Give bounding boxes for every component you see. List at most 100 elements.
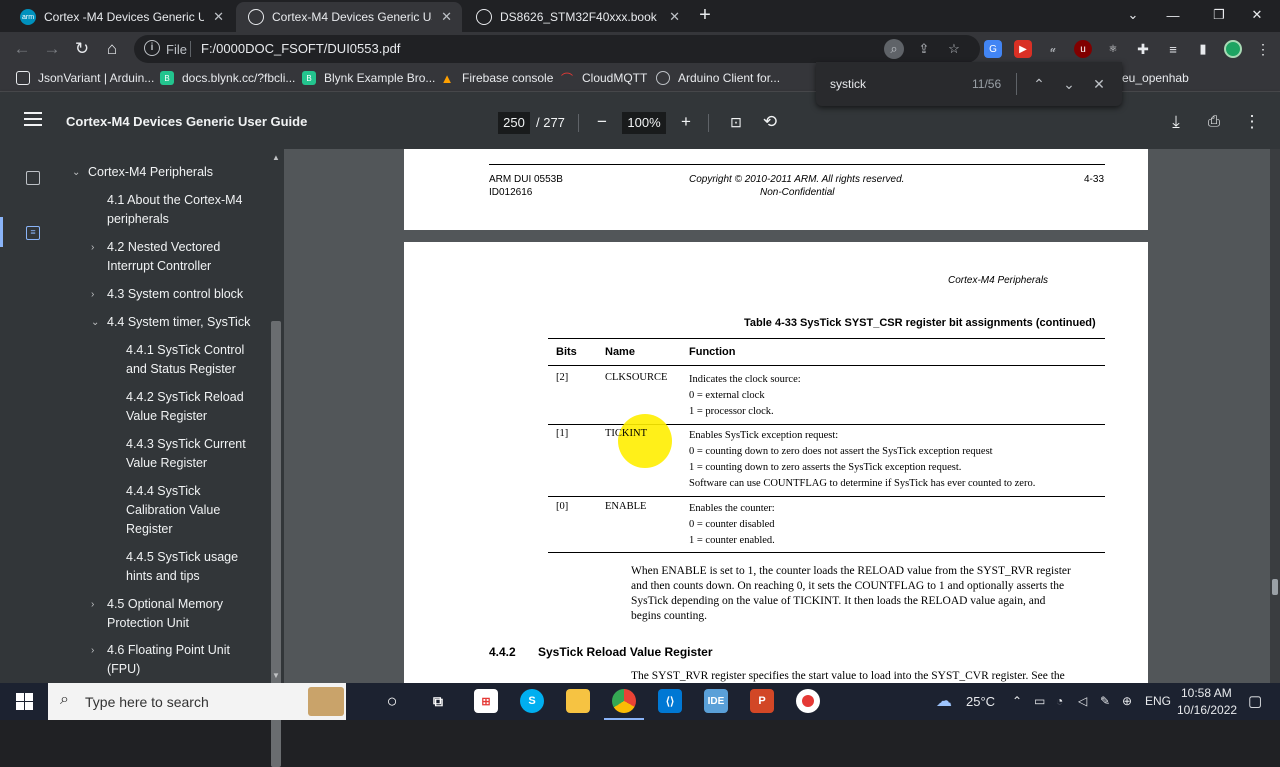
outline-item-4-4-3[interactable]: 4.4.3 SysTick Current Value Register [126, 435, 256, 473]
minimize-icon[interactable]: — [1150, 0, 1196, 30]
bookmark-firebase[interactable]: ▲ Firebase console [440, 71, 554, 86]
find-previous-icon[interactable]: ⌃ [1028, 73, 1050, 95]
powerpoint-icon[interactable]: P [750, 689, 774, 713]
scroll-down-icon[interactable]: ▼ [272, 671, 280, 680]
skype-icon[interactable]: S [520, 689, 544, 713]
info-icon[interactable]: i [144, 40, 160, 56]
forward-icon[interactable]: → [40, 37, 64, 61]
print-icon[interactable]: ⎙ [1202, 110, 1226, 134]
outline-item-4-3[interactable]: › 4.3 System control block [91, 285, 257, 304]
network-icon[interactable]: ◔ [1056, 694, 1063, 708]
bookmark-label: Firebase console [462, 71, 554, 85]
close-tab-icon[interactable]: ✕ [213, 9, 224, 25]
thumbnails-icon[interactable] [26, 171, 40, 185]
close-window-icon[interactable]: ✕ [1234, 0, 1280, 30]
outline-item-4-4-5[interactable]: 4.4.5 SysTick usage hints and tips [126, 548, 256, 586]
ublock-extension-icon[interactable]: u [1074, 40, 1092, 58]
share-icon[interactable]: ⇪ [914, 39, 934, 59]
reload-icon[interactable]: ↻ [70, 37, 94, 61]
menu-icon[interactable] [24, 112, 42, 126]
side-panel-icon[interactable]: ▮ [1194, 40, 1212, 58]
profile-avatar[interactable] [1224, 40, 1242, 58]
outline-scrollbar[interactable]: ▲ ▼ [268, 149, 284, 767]
vscode-icon[interactable]: ⟨⟩ [658, 689, 682, 713]
bookmark-cloudmqtt[interactable]: ⌒ CloudMQTT [560, 71, 647, 86]
find-in-page-icon[interactable]: ⌕ [884, 39, 904, 59]
find-count: 11/56 [972, 77, 1002, 91]
function-line: 0 = counter disabled [689, 519, 775, 530]
tab-cortex-m4-arm[interactable]: arm Cortex -M4 Devices Generic User ✕ [8, 2, 234, 32]
language-indicator[interactable]: ENG [1145, 694, 1171, 708]
reading-list-icon[interactable]: ≡ [1164, 40, 1182, 58]
fit-page-icon[interactable]: ⊡ [724, 110, 748, 134]
clock-date[interactable]: 10/16/2022 [1177, 703, 1237, 717]
pen-icon[interactable]: ✎ [1100, 694, 1110, 708]
video-extension-icon[interactable]: ▶ [1014, 40, 1032, 58]
bookmark-openhab[interactable]: eu_openhab [1122, 71, 1189, 85]
language-globe-icon[interactable]: ⊕ [1122, 694, 1132, 708]
clock-time[interactable]: 10:58 AM [1181, 686, 1232, 700]
close-find-icon[interactable]: ✕ [1088, 73, 1110, 95]
bookmark-blynk-example[interactable]: B Blynk Example Bro... [302, 71, 435, 85]
recorder-icon[interactable] [796, 689, 820, 713]
script-extension-icon[interactable]: 𝓊 [1044, 40, 1062, 58]
chrome-icon[interactable] [612, 689, 636, 713]
react-extension-icon[interactable]: ⚛ [1104, 40, 1122, 58]
outline-icon[interactable]: ≡ [26, 226, 40, 240]
arduino-ide-icon[interactable]: IDE [704, 689, 728, 713]
outline-item-peripherals[interactable]: ⌄ Cortex-M4 Peripherals [72, 163, 258, 182]
more-menu-icon[interactable]: ⋮ [1254, 40, 1272, 58]
scroll-up-icon[interactable]: ▲ [272, 153, 280, 162]
bookmark-docs-blynk[interactable]: Bdocs.blynk.cc/?fbcli... [160, 71, 295, 85]
outline-item-4-6[interactable]: › 4.6 Floating Point Unit (FPU) [91, 641, 237, 679]
address-bar[interactable]: i File F:/0000DOC_FSOFT/DUI0553.pdf ⌕ ⇪ … [134, 35, 980, 63]
home-icon[interactable]: ⌂ [100, 37, 124, 61]
chevron-down-icon: ⌄ [91, 317, 100, 328]
bookmark-arduino-client[interactable]: Arduino Client for... [656, 71, 780, 85]
outline-item-4-5[interactable]: › 4.5 Optional Memory Protection Unit [91, 595, 237, 633]
back-icon[interactable]: ← [10, 37, 34, 61]
function-line: 1 = processor clock. [689, 406, 774, 417]
start-windows-icon[interactable] [16, 693, 33, 710]
cortana-icon[interactable]: ○ [380, 689, 404, 713]
url-text[interactable]: F:/0000DOC_FSOFT/DUI0553.pdf [201, 41, 400, 56]
tab-ds8626[interactable]: DS8626_STM32F40xxx.book ✕ [464, 2, 690, 32]
battery-icon[interactable]: ▭ [1034, 694, 1045, 708]
close-tab-icon[interactable]: ✕ [669, 9, 680, 25]
outline-item-4-4-2[interactable]: 4.4.2 SysTick Reload Value Register [126, 388, 256, 426]
tab-cortex-m4-active[interactable]: Cortex-M4 Devices Generic User ✕ [236, 2, 462, 32]
weather-icon[interactable]: ☁ [936, 691, 952, 711]
outline-item-4-4[interactable]: ⌄ 4.4 System timer, SysTick [91, 313, 263, 332]
rotate-icon[interactable]: ⟲ [758, 110, 782, 134]
pdf-more-icon[interactable]: ⋮ [1240, 110, 1264, 134]
find-bar: systick 11/56 ⌃ ⌄ ✕ [816, 62, 1122, 106]
tray-chevron-icon[interactable]: ⌃ [1012, 694, 1022, 708]
outline-item-4-2[interactable]: › 4.2 Nested Vectored Interrupt Controlle… [91, 238, 257, 276]
store-icon[interactable]: ⊞ [474, 689, 498, 713]
close-tab-icon[interactable]: ✕ [441, 9, 452, 25]
bookmark-jsonvariant[interactable]: JsonVariant | Arduin... [16, 71, 154, 85]
outline-item-4-4-1[interactable]: 4.4.1 SysTick Control and Status Registe… [126, 341, 256, 379]
document-viewport: ARM DUI 0553B ID012616 Copyright © 2010-… [284, 149, 1270, 683]
taskbar-search-box[interactable]: ⌕ Type here to search [48, 683, 346, 720]
zoom-in-icon[interactable]: + [674, 110, 698, 134]
volume-icon[interactable]: ◁ [1078, 694, 1087, 708]
zoom-input[interactable]: 100% [622, 112, 666, 134]
notifications-icon[interactable]: ▢ [1248, 692, 1262, 710]
extensions-puzzle-icon[interactable]: ✚ [1134, 40, 1152, 58]
outline-item-4-1[interactable]: 4.1 About the Cortex-M4 peripherals [107, 191, 257, 229]
zoom-out-icon[interactable]: − [590, 110, 614, 134]
file-explorer-icon[interactable] [566, 689, 590, 713]
weather-temp[interactable]: 25°C [966, 694, 995, 709]
document-scrollbar[interactable] [1270, 149, 1280, 683]
find-next-icon[interactable]: ⌄ [1058, 73, 1080, 95]
outline-item-4-4-4[interactable]: 4.4.4 SysTick Calibration Value Register [126, 482, 236, 539]
bookmark-star-icon[interactable]: ☆ [944, 39, 964, 59]
find-input[interactable]: systick [830, 77, 866, 91]
scrollbar-thumb[interactable] [1272, 579, 1278, 595]
page-number-input[interactable]: 250 [498, 112, 530, 134]
new-tab-button[interactable]: + [694, 4, 716, 26]
translate-extension-icon[interactable]: G [984, 40, 1002, 58]
task-view-icon[interactable]: ⧉ [426, 689, 450, 713]
download-icon[interactable]: ⤓ [1164, 110, 1188, 134]
